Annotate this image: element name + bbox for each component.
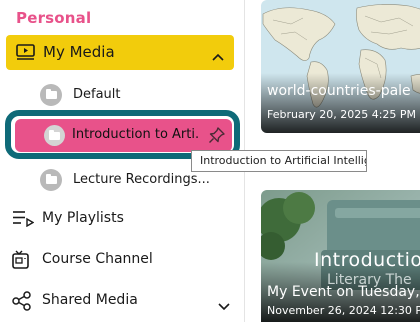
sidebar-item-shared-media[interactable]: Shared Media [12, 288, 238, 316]
sidebar-item-label: My Playlists [42, 210, 124, 226]
folder-label: Lecture Recordings... [73, 172, 210, 187]
media-player-icon [16, 44, 35, 64]
section-heading-personal: Personal [16, 9, 92, 27]
media-card[interactable]: Introductio Literary The My Event on Tue… [261, 190, 420, 322]
folder-icon [40, 169, 62, 191]
folder-icon [40, 84, 62, 106]
playlist-icon [12, 209, 35, 231]
chevron-down-icon[interactable] [218, 296, 230, 315]
folder-icon [44, 125, 65, 146]
media-card-date: February 20, 2025 4:25 PM [267, 108, 417, 121]
folder-item-introduction[interactable]: Introduction to Arti... [15, 119, 232, 152]
share-icon [12, 291, 32, 315]
media-card-date: November 26, 2024 12:30 PM [267, 304, 420, 317]
folder-tooltip: Introduction to Artificial Intelligence [191, 150, 367, 172]
thumbnail-overlay-title: Introductio [314, 249, 420, 271]
sidebar-item-label: Course Channel [42, 251, 153, 267]
chevron-up-icon[interactable] [212, 46, 224, 65]
media-card[interactable]: world-countries-pale February 20, 2025 4… [261, 0, 420, 133]
folder-label: Introduction to Arti... [72, 127, 198, 142]
sidebar-item-my-playlists[interactable]: My Playlists [12, 206, 238, 234]
pin-icon[interactable] [207, 126, 226, 149]
my-media-item[interactable]: My Media [6, 35, 234, 70]
channel-icon [12, 250, 32, 274]
folder-label: Default [73, 87, 121, 102]
media-card-title[interactable]: world-countries-pale [267, 83, 411, 99]
media-card-title[interactable]: My Event on Tuesday, [267, 284, 420, 300]
sidebar-item-label: Shared Media [42, 292, 138, 308]
sidebar-item-course-channel[interactable]: Course Channel [12, 247, 238, 275]
my-media-label: My Media [43, 43, 115, 61]
